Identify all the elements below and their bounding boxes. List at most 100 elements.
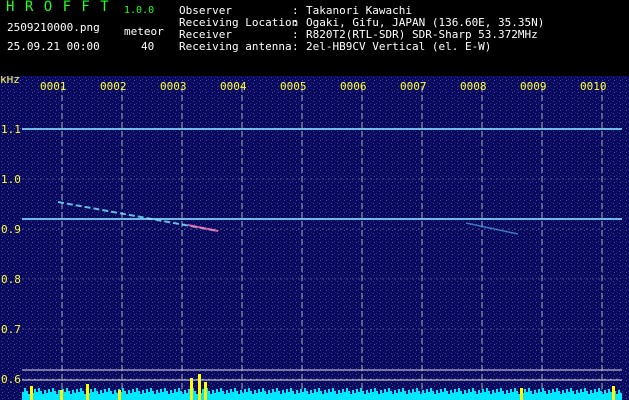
- histogram-bar: [560, 394, 562, 400]
- histogram-bar: [306, 391, 308, 400]
- histogram-bar: [534, 390, 536, 400]
- histogram-bar: [492, 390, 494, 400]
- histogram-bar: [316, 392, 318, 400]
- histogram-bar: [464, 390, 466, 400]
- histogram-bar: [186, 393, 188, 400]
- time-tick-label: 0003: [160, 80, 187, 93]
- histogram-bar: [618, 390, 620, 400]
- time-tick-label: 0007: [400, 80, 427, 93]
- histogram-bar: [96, 391, 98, 400]
- histogram-bar: [424, 393, 426, 400]
- time-tick-label: 0006: [340, 80, 367, 93]
- histogram-bar: [466, 393, 468, 400]
- histogram-bar: [336, 394, 338, 400]
- histogram-bar: [322, 394, 324, 400]
- histogram-bar: [218, 392, 220, 400]
- histogram-bar: [264, 391, 266, 400]
- histogram-bar: [162, 392, 164, 400]
- histogram-bar: [490, 394, 492, 400]
- histogram-bar: [610, 392, 612, 400]
- histogram-bar: [26, 391, 28, 400]
- histogram-bar: [374, 388, 376, 400]
- histogram-bar: [138, 391, 140, 400]
- histogram-bar: [240, 390, 242, 400]
- histogram-bar: [442, 392, 444, 400]
- histogram-bar: [578, 393, 580, 400]
- histogram-bar: [326, 393, 328, 400]
- histogram-bar: [454, 389, 456, 400]
- histogram-bar: [176, 392, 178, 400]
- histogram-bar: [320, 391, 322, 400]
- histogram-bar: [392, 394, 394, 400]
- histogram-bar: [166, 391, 168, 400]
- histogram-bar: [48, 389, 50, 400]
- histogram-bar: [212, 390, 214, 400]
- histogram-bar: [390, 391, 392, 400]
- histogram-bar: [380, 390, 382, 400]
- histogram-bar: [168, 394, 170, 400]
- histogram-bar: [252, 394, 254, 400]
- histogram-bar: [102, 393, 104, 400]
- histogram-bar: [98, 394, 100, 400]
- histogram-bar: [448, 394, 450, 400]
- frequency-tick-label: 0.8: [1, 273, 21, 286]
- histogram-bar: [146, 389, 148, 400]
- histogram-bar: [482, 389, 484, 400]
- histogram-bar: [360, 388, 362, 400]
- histogram-bar: [438, 393, 440, 400]
- histogram-bar: [546, 394, 548, 400]
- histogram-peak: [520, 388, 523, 400]
- spectrogram: kHz 1.1 1.0 0.9 0.8 0.7 0.6 0001 0002 0003 0004 0…: [0, 76, 629, 400]
- histogram-bar: [160, 389, 162, 400]
- antenna-key: Receiving antenna: [179, 40, 292, 53]
- histogram-bar: [500, 388, 502, 400]
- histogram-bar: [234, 388, 236, 400]
- histogram-bar: [428, 392, 430, 400]
- histogram-bar: [386, 392, 388, 400]
- histogram-bar: [370, 389, 372, 400]
- histogram-bar: [290, 388, 292, 400]
- histogram-bar: [70, 394, 72, 400]
- histogram-bar: [372, 392, 374, 400]
- histogram-bar: [288, 392, 290, 400]
- histogram-bar: [152, 391, 154, 400]
- histogram-bar: [56, 394, 58, 400]
- histogram-bar: [124, 391, 126, 400]
- histogram-bar: [22, 392, 24, 400]
- app-logo: H R O F F T: [6, 0, 110, 15]
- histogram-bar: [148, 392, 150, 400]
- histogram-bar: [82, 391, 84, 400]
- histogram-bar: [378, 394, 380, 400]
- histogram-bar: [110, 391, 112, 400]
- frequency-tick-label: 0.7: [1, 323, 21, 336]
- histogram-bar: [548, 390, 550, 400]
- histogram-bar: [318, 388, 320, 400]
- histogram-bar: [128, 390, 130, 400]
- histogram-bar: [262, 388, 264, 400]
- histogram-bar: [508, 393, 510, 400]
- frequency-tick-label: 0.6: [1, 373, 21, 386]
- histogram-bar: [356, 389, 358, 400]
- histogram-bar: [354, 393, 356, 400]
- histogram-bar: [330, 392, 332, 400]
- histogram-bar: [184, 390, 186, 400]
- histogram-bar: [68, 391, 70, 400]
- histogram-bar: [232, 392, 234, 400]
- histogram-bar: [150, 388, 152, 400]
- histogram-bar: [364, 394, 366, 400]
- histogram-bar: [92, 392, 94, 400]
- histogram-bar: [38, 388, 40, 400]
- histogram-bar: [398, 389, 400, 400]
- histogram-bar: [422, 390, 424, 400]
- histogram-bar: [294, 394, 296, 400]
- histogram-bar: [284, 393, 286, 400]
- histogram-bar: [64, 392, 66, 400]
- histogram-bar: [54, 391, 56, 400]
- histogram-bar: [268, 390, 270, 400]
- histogram-bar: [506, 390, 508, 400]
- histogram-bar: [328, 389, 330, 400]
- histogram-peak: [60, 390, 63, 400]
- histogram-bar: [76, 389, 78, 400]
- histogram-bar: [368, 393, 370, 400]
- time-tick-label: 0009: [520, 80, 547, 93]
